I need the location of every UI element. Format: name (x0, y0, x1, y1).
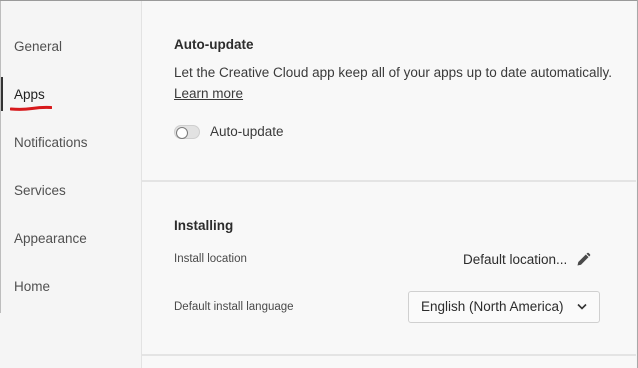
sidebar-item-notifications[interactable]: Notifications (0, 123, 141, 163)
installing-section: Installing Install location Default loca… (142, 182, 636, 354)
sidebar-item-home[interactable]: Home (0, 267, 141, 307)
selection-red-underline (10, 105, 52, 111)
installing-heading: Installing (174, 218, 234, 233)
auto-update-heading: Auto-update (174, 37, 254, 52)
sidebar-item-label: Home (14, 279, 51, 294)
sidebar-item-general[interactable]: General (0, 27, 141, 67)
content-panel: Auto-update Let the Creative Cloud app k… (142, 1, 636, 368)
selected-language: English (North America) (421, 299, 564, 314)
selected-indicator (1, 77, 3, 111)
auto-update-description: Let the Creative Cloud app keep all of y… (174, 65, 613, 80)
learn-more-link[interactable]: Learn more (174, 86, 243, 101)
sidebar: General Apps Notifications Services Appe… (0, 1, 142, 368)
install-location-value: Default location... (463, 252, 568, 267)
sidebar-item-label: Services (14, 183, 66, 198)
sidebar-item-label: General (14, 39, 63, 54)
chevron-down-icon (577, 303, 587, 310)
auto-update-toggle-label: Auto-update (210, 124, 284, 139)
sidebar-item-services[interactable]: Services (0, 171, 141, 211)
edit-pencil-icon[interactable] (575, 250, 593, 268)
sidebar-item-label: Appearance (14, 231, 87, 246)
toggle-knob (176, 127, 188, 139)
sidebar-item-label: Apps (14, 87, 45, 102)
auto-update-toggle[interactable] (174, 125, 200, 139)
sidebar-item-appearance[interactable]: Appearance (0, 219, 141, 259)
auto-update-section: Auto-update Let the Creative Cloud app k… (142, 1, 636, 181)
install-language-select[interactable]: English (North America) (408, 291, 600, 323)
install-location-label: Install location (174, 253, 247, 265)
install-language-label: Default install language (174, 301, 294, 313)
section-divider (142, 354, 636, 356)
sidebar-item-label: Notifications (14, 135, 88, 150)
